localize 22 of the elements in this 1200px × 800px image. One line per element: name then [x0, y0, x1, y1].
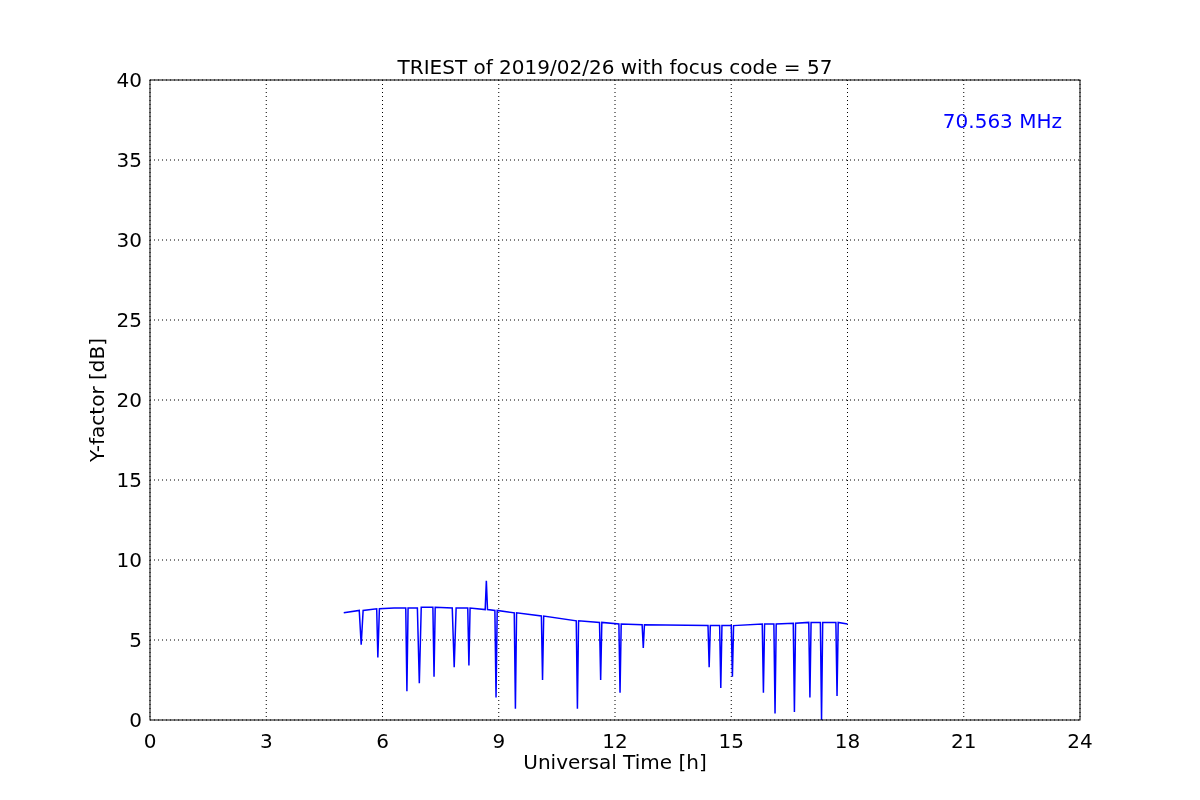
y-tick-label: 35	[116, 148, 142, 172]
x-tick-label: 0	[143, 729, 157, 753]
chart-title: TRIEST of 2019/02/26 with focus code = 57	[397, 55, 833, 79]
x-tick-label: 3	[259, 729, 273, 753]
y-tick-label: 30	[116, 228, 142, 252]
frequency-annotation: 70.563 MHz	[942, 109, 1062, 133]
x-axis-label: Universal Time [h]	[523, 750, 707, 774]
y-tick-label: 40	[116, 68, 142, 92]
y-tick-label: 10	[116, 548, 142, 572]
x-tick-label: 15	[718, 729, 744, 753]
x-tick-label: 6	[376, 729, 389, 753]
y-tick-label: 5	[129, 628, 142, 652]
y-axis-label: Y-factor [dB]	[85, 338, 109, 462]
y-tick-label: 0	[129, 708, 142, 732]
x-tick-label: 9	[492, 729, 506, 753]
y-tick-label: 25	[116, 308, 142, 332]
y-tick-label: 20	[116, 388, 142, 412]
x-tick-label: 12	[602, 729, 628, 753]
x-tick-label: 21	[951, 729, 977, 753]
y-tick-label: 15	[116, 468, 142, 492]
x-tick-label: 18	[834, 729, 861, 753]
x-tick-label: 24	[1067, 729, 1093, 753]
